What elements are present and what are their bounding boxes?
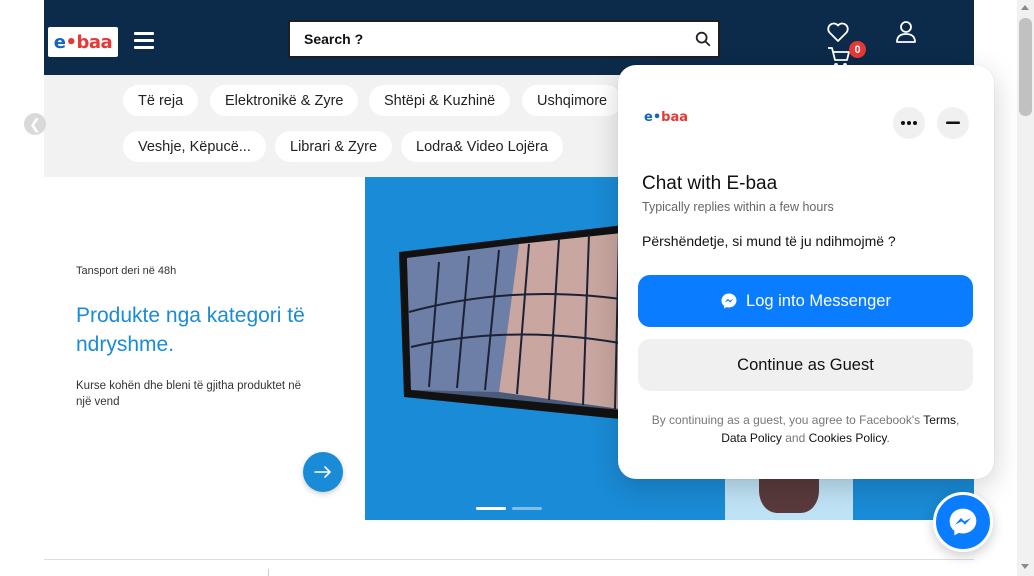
cart-count-badge: 0 [849, 41, 866, 58]
wishlist-heart-icon[interactable] [826, 21, 850, 43]
scroll-up-arrow-icon[interactable] [1021, 5, 1029, 10]
section-divider [44, 559, 974, 560]
search-icon[interactable] [694, 30, 712, 48]
television-image [399, 222, 649, 422]
scrollbar-thumb[interactable] [1019, 18, 1032, 116]
messenger-launcher-icon[interactable] [933, 492, 993, 552]
data-policy-link[interactable]: Data Policy [721, 431, 782, 445]
user-account-icon[interactable] [895, 20, 917, 44]
carousel-dot-2[interactable] [512, 507, 542, 510]
banner-text-panel: Tansport deri në 48h Produkte nga katego… [44, 177, 365, 520]
log-into-messenger-button[interactable]: Log into Messenger [638, 275, 973, 327]
category-pill-veshje[interactable]: Veshje, Këpucë... [123, 131, 266, 162]
search-input[interactable] [290, 22, 670, 56]
chat-brand-logo: e•baa [644, 110, 688, 125]
chevron-left-icon[interactable]: ❮ [24, 113, 46, 135]
carousel-dots [476, 507, 542, 510]
scroll-down-arrow-icon[interactable] [1021, 564, 1029, 569]
carousel-dot-1[interactable] [476, 507, 506, 510]
messenger-chat-widget: e•baa Chat with E-baa Typically replies … [618, 65, 994, 479]
chat-subtitle: Typically replies within a few hours [642, 200, 834, 214]
banner-subtext: Kurse kohën dhe bleni të gjitha produkte… [76, 380, 302, 408]
chat-title: Chat with E-baa [642, 173, 778, 194]
messenger-button-label: Log into Messenger [746, 291, 891, 310]
banner-next-arrow-icon[interactable] [303, 452, 343, 492]
terms-notice: By continuing as a guest, you agree to F… [651, 413, 960, 445]
continue-as-guest-button[interactable]: Continue as Guest [638, 339, 973, 391]
more-options-icon[interactable] [893, 107, 925, 139]
category-pill-te-reja[interactable]: Të reja [123, 85, 199, 116]
menu-icon[interactable] [134, 32, 154, 52]
banner-headline: Produkte nga kategori të ndryshme. [76, 304, 305, 356]
terms-link[interactable]: Terms [923, 413, 956, 427]
category-pill-ushqimore[interactable]: Ushqimore [522, 85, 623, 116]
category-pill-lodra[interactable]: Lodra& Video Lojëra [401, 131, 563, 162]
site-logo[interactable]: e•baa [48, 27, 118, 57]
messenger-icon [721, 293, 737, 309]
logo-text: e•baa [53, 31, 113, 53]
minimize-icon[interactable] [937, 107, 969, 139]
category-pill-elektronike[interactable]: Elektronikë & Zyre [210, 85, 359, 116]
cookies-policy-link[interactable]: Cookies Policy [809, 431, 887, 445]
page: e•baa 0 ❮ Të reja Elektronikë & Zyre Sht… [0, 0, 1034, 576]
category-pill-shtepi[interactable]: Shtëpi & Kuzhinë [369, 85, 511, 116]
chat-greeting: Përshëndetje, si mund të ju ndihmojmë ? [642, 233, 896, 249]
category-pill-librari[interactable]: Librari & Zyre [275, 131, 393, 162]
banner-kicker: Tansport deri në 48h [76, 265, 177, 277]
column-divider [268, 569, 269, 576]
search-bar [288, 20, 720, 58]
